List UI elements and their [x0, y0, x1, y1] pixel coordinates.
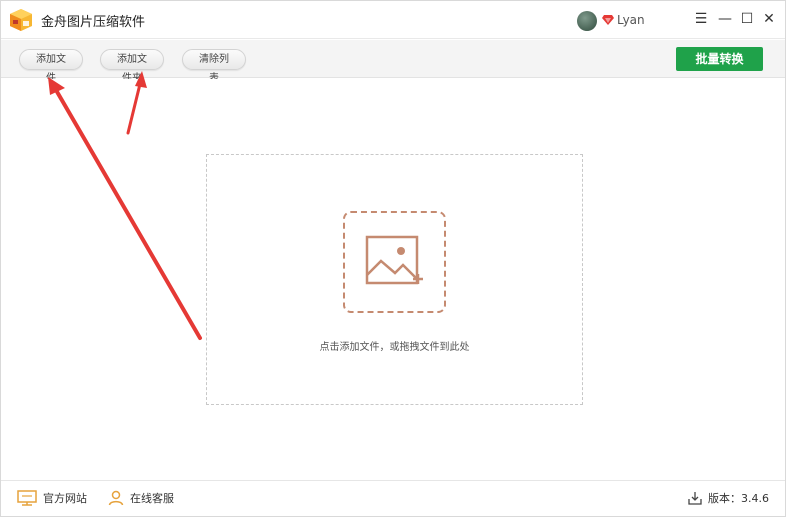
avatar[interactable] — [577, 11, 597, 31]
toolbar: 添加文件 添加文件夹 清除列表 批量转换 — [1, 40, 785, 84]
status-bar: 官方网站 在线客服 版本：3.4.6 — [1, 480, 785, 516]
official-website-link[interactable]: 官方网站 — [17, 490, 87, 506]
batch-convert-button[interactable]: 批量转换 — [676, 47, 763, 71]
drop-hint-text: 点击添加文件，或拖拽文件到此处 — [319, 342, 470, 353]
file-drop-zone[interactable]: 点击添加文件，或拖拽文件到此处 — [206, 154, 583, 405]
box-logo-icon — [10, 9, 32, 31]
app-title: 金舟图片压缩软件 — [41, 15, 146, 30]
add-image-box[interactable] — [343, 211, 446, 313]
user-name[interactable]: Lyan — [617, 13, 645, 27]
menu-icon[interactable]: ☰ — [692, 10, 710, 28]
add-file-button[interactable]: 添加文件 — [19, 49, 83, 84]
image-add-icon — [365, 235, 423, 285]
minimize-icon[interactable]: — — [716, 10, 734, 28]
online-service-label: 在线客服 — [130, 492, 174, 505]
official-website-label: 官方网站 — [43, 492, 87, 505]
add-folder-button[interactable]: 添加文件夹 — [100, 49, 164, 84]
online-service-link[interactable]: 在线客服 — [108, 490, 174, 506]
version-label: 版本：3.4.6 — [708, 492, 769, 505]
monitor-icon — [17, 490, 37, 506]
app-window: 金舟图片压缩软件 Lyan ☰ — ☐ ✕ 添加文件 添加文件夹 清除列表 批量… — [0, 0, 786, 517]
download-icon — [688, 492, 702, 505]
close-icon[interactable]: ✕ — [760, 10, 778, 28]
version-info: 版本：3.4.6 — [688, 490, 769, 506]
title-bar: 金舟图片压缩软件 Lyan ☰ — ☐ ✕ — [1, 1, 785, 39]
diamond-icon — [602, 15, 614, 25]
maximize-icon[interactable]: ☐ — [738, 10, 756, 28]
main-area: 点击添加文件，或拖拽文件到此处 — [1, 79, 785, 479]
clear-list-button[interactable]: 清除列表 — [182, 49, 246, 84]
user-icon — [108, 490, 124, 506]
